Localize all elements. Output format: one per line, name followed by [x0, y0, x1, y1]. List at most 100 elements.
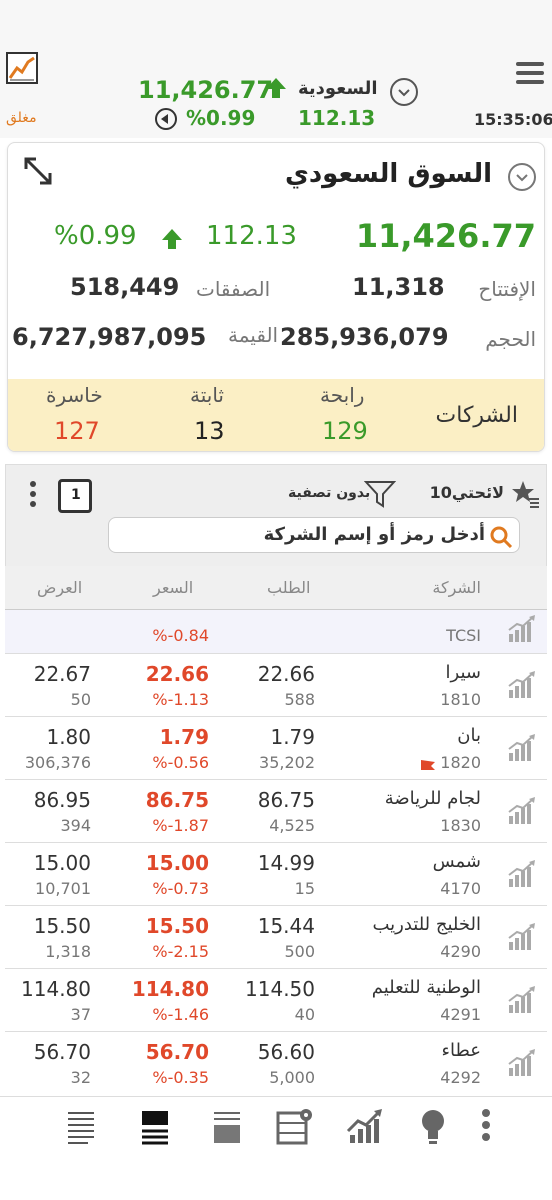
ticker-market-name[interactable]: السعودية — [298, 78, 378, 99]
more-vertical-icon[interactable] — [478, 1107, 514, 1147]
breadth-bar: الشركات رابحة 129 ثابتة 13 خاسرة 127 — [8, 379, 544, 451]
column-bid[interactable]: الطلب — [267, 578, 310, 597]
expand-icon[interactable] — [20, 153, 56, 189]
value-value: 6,727,987,095 — [12, 323, 207, 351]
stock-chart-icon[interactable] — [507, 670, 537, 700]
table-row[interactable]: TCSI %-0.84 — [5, 610, 547, 654]
bottom-navigation — [0, 1096, 552, 1200]
table-row[interactable]: بان 1820 1.79 35,202 1.79 %-0.56 1.80 306,376 — [5, 717, 547, 780]
stock-change-pct: %-2.15 — [152, 942, 209, 961]
stock-chart-icon[interactable] — [507, 614, 537, 644]
stock-chart-icon[interactable] — [507, 859, 537, 889]
stock-code: 1830 — [440, 816, 481, 835]
stock-code: 1820 — [440, 753, 481, 772]
star-list-icon[interactable] — [510, 479, 540, 509]
chart-view-icon[interactable] — [346, 1107, 382, 1147]
stock-change-pct: %-1.46 — [152, 1005, 209, 1024]
stock-ask-qty: 1,318 — [45, 942, 91, 961]
stock-change-pct: %-0.56 — [152, 753, 209, 772]
filter-label[interactable]: بدون تصفية — [288, 485, 370, 501]
market-summary-card: السوق السعودي 11,426.77 112.13 %0.99 الإ… — [7, 142, 545, 452]
stock-name: بان — [457, 725, 481, 746]
ticker-change-pct: %0.99 — [186, 106, 256, 130]
column-company[interactable]: الشركة — [432, 578, 481, 597]
table-row[interactable]: شمس 4170 14.99 15 15.00 %-0.73 15.00 10,701 — [5, 843, 547, 906]
stock-ask-qty: 306,376 — [24, 753, 91, 772]
unchanged-label: ثابتة — [190, 383, 224, 407]
search-placeholder: أدخل رمز أو إسم الشركة — [263, 524, 485, 545]
stock-price: 86.75 — [145, 788, 209, 812]
stock-change-pct: %-0.84 — [152, 626, 209, 645]
back-arrow-icon[interactable] — [155, 108, 177, 130]
stock-ask-qty: 37 — [70, 1005, 91, 1024]
table-row[interactable]: عطاء 4292 56.60 5,000 56.70 %-0.35 56.70 32 — [5, 1032, 547, 1092]
volume-value: 285,936,079 — [280, 323, 449, 351]
stock-code: 4170 — [440, 879, 481, 898]
arrow-up-icon — [160, 227, 184, 255]
stock-price: 22.66 — [145, 662, 209, 686]
ticker-index-value: 11,426.77 — [138, 76, 274, 104]
stock-code: 4292 — [440, 1068, 481, 1087]
stock-bid: 56.60 — [257, 1040, 315, 1064]
stock-bid: 22.66 — [257, 662, 315, 686]
volume-label: الحجم — [485, 327, 536, 351]
companies-label: الشركات — [435, 403, 518, 428]
stock-price: 1.79 — [159, 725, 209, 749]
stock-bid-qty: 40 — [294, 1005, 315, 1024]
hamburger-menu-icon[interactable] — [516, 62, 544, 89]
stock-ask: 114.80 — [21, 977, 91, 1001]
gainers-value: 129 — [322, 417, 368, 445]
calendar-day: 1 — [71, 487, 81, 503]
chevron-down-icon[interactable] — [390, 78, 418, 106]
stock-ask: 15.00 — [33, 851, 91, 875]
stock-bid-qty: 500 — [284, 942, 315, 961]
stock-name: الوطنية للتعليم — [371, 977, 481, 998]
table-row[interactable]: لجام للرياضة 1830 86.75 4,525 86.75 %-1.87 86.… — [5, 780, 547, 843]
market-change-pct: %0.99 — [54, 221, 137, 251]
stock-code: TCSI — [446, 626, 481, 645]
search-input[interactable]: أدخل رمز أو إسم الشركة — [108, 517, 520, 553]
chevron-down-icon[interactable] — [508, 163, 536, 191]
stock-chart-icon[interactable] — [507, 985, 537, 1015]
calendar-icon[interactable]: 1 — [58, 479, 92, 513]
more-vertical-icon[interactable] — [30, 481, 36, 511]
column-ask[interactable]: العرض — [37, 578, 82, 597]
settings-panel-icon[interactable] — [276, 1107, 312, 1147]
top-bar: مغلق 11,426.77 السعودية %0.99 112.13 15:… — [0, 0, 552, 138]
table-row[interactable]: سيرا 1810 22.66 588 22.66 %-1.13 22.67 50 — [5, 654, 547, 717]
stock-bid: 14.99 — [257, 851, 315, 875]
arrow-up-icon — [264, 76, 288, 104]
list-view-icon[interactable] — [66, 1107, 102, 1147]
stock-bid: 1.79 — [270, 725, 315, 749]
table-row[interactable]: الوطنية للتعليم 4291 114.50 40 114.80 %-1.46 1… — [5, 969, 547, 1032]
lightbulb-icon[interactable] — [418, 1107, 454, 1147]
stock-name: الخليج للتدريب — [372, 914, 481, 935]
watchlist-name[interactable]: لائحتي10 — [430, 483, 504, 502]
stock-bid: 114.50 — [245, 977, 315, 1001]
open-value: 11,318 — [352, 273, 445, 301]
stock-bid: 15.44 — [257, 914, 315, 938]
table-row[interactable]: الخليج للتدريب 4290 15.44 500 15.50 %-2.15 15.… — [5, 906, 547, 969]
market-view-icon[interactable] — [140, 1107, 176, 1147]
sector-view-icon[interactable] — [212, 1107, 248, 1147]
stock-change-pct: %-1.13 — [152, 690, 209, 709]
search-icon — [489, 525, 513, 549]
stock-code: 4290 — [440, 942, 481, 961]
stock-price: 15.50 — [145, 914, 209, 938]
market-index-value: 11,426.77 — [355, 217, 536, 255]
stock-name: سيرا — [445, 662, 481, 683]
losers-value: 127 — [54, 417, 100, 445]
market-title[interactable]: السوق السعودي — [285, 159, 492, 189]
stock-bid-qty: 15 — [294, 879, 315, 898]
app-chart-logo-icon[interactable] — [6, 52, 38, 84]
stock-chart-icon[interactable] — [507, 796, 537, 826]
column-price[interactable]: السعر — [153, 578, 193, 597]
stock-ask-qty: 50 — [70, 690, 91, 709]
stock-chart-icon[interactable] — [507, 1048, 537, 1078]
stock-chart-icon[interactable] — [507, 733, 537, 763]
stock-ask-qty: 10,701 — [35, 879, 91, 898]
stock-code: 4291 — [440, 1005, 481, 1024]
ticker-change-value: 112.13 — [298, 106, 376, 130]
stock-code: 1810 — [440, 690, 481, 709]
stock-chart-icon[interactable] — [507, 922, 537, 952]
